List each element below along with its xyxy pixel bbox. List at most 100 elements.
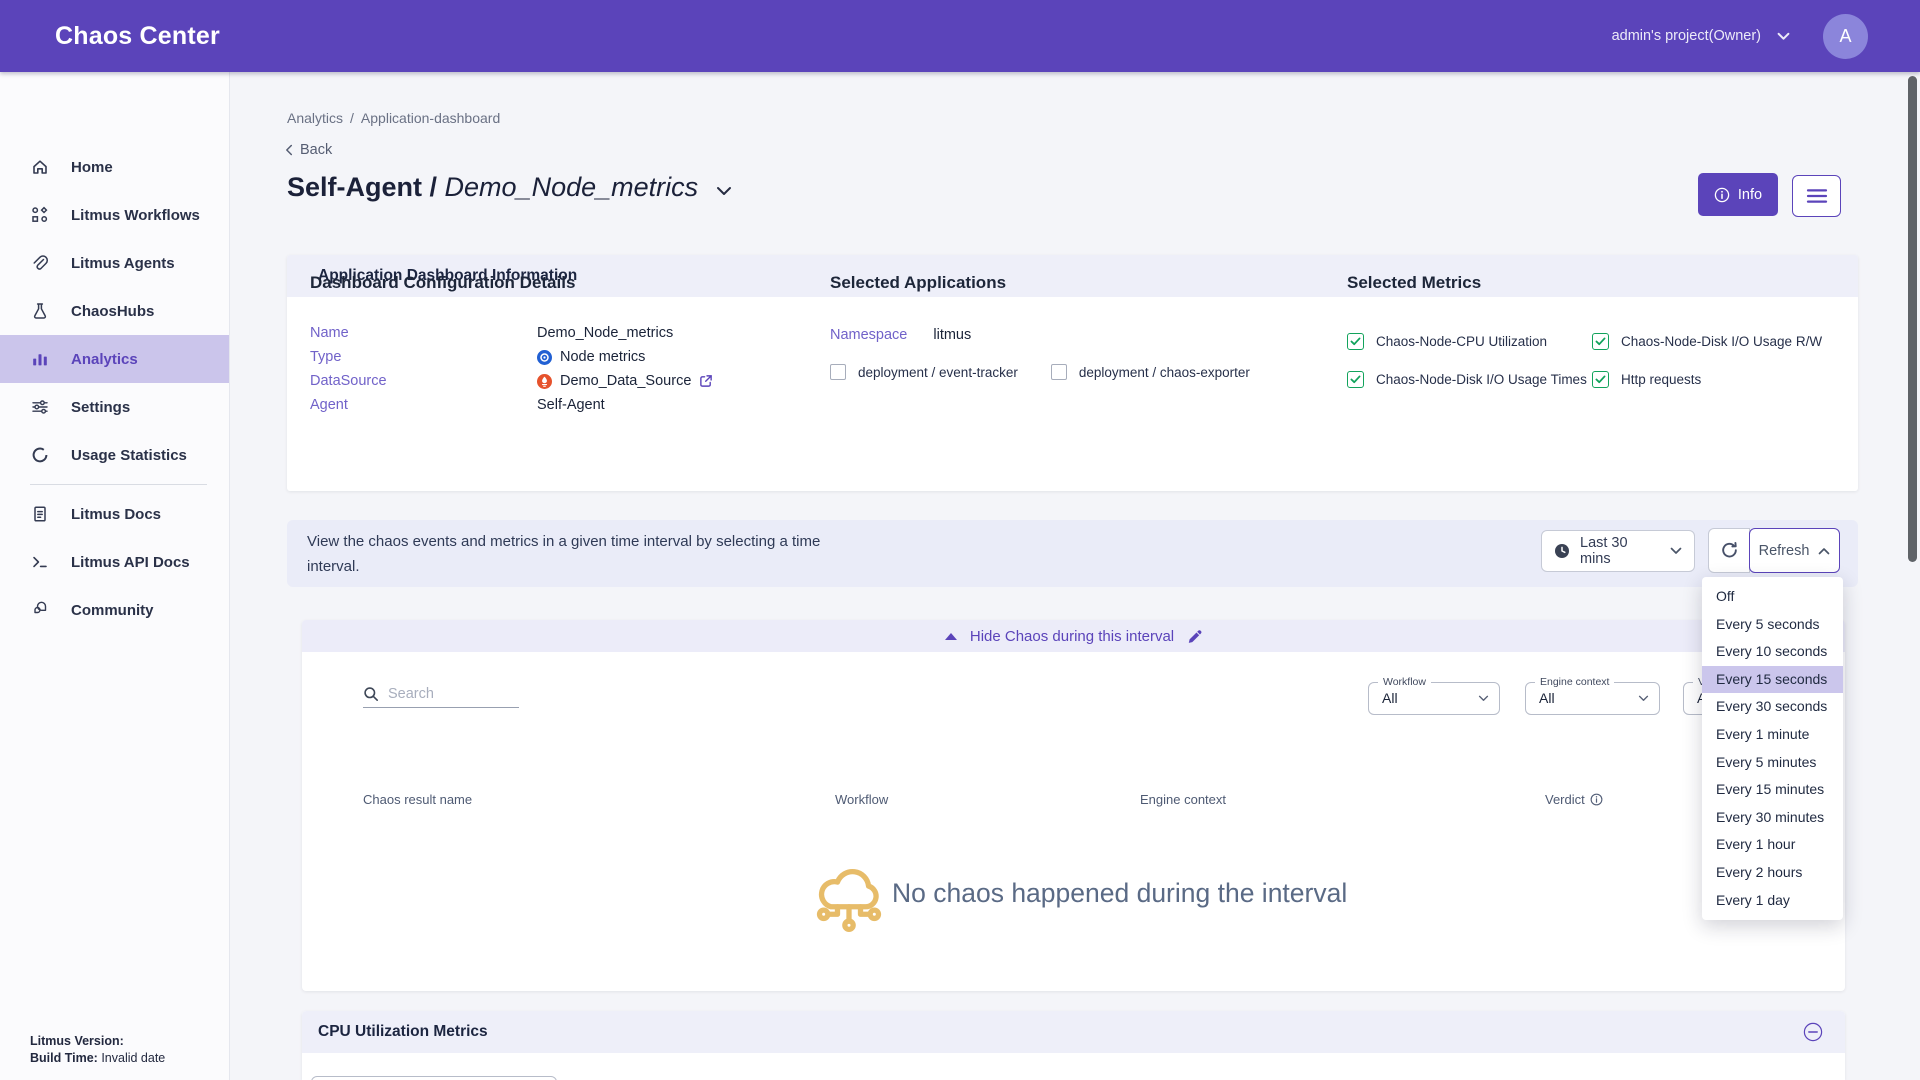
column-chaos-result-name: Chaos result name xyxy=(363,792,472,807)
info-icon xyxy=(1714,187,1730,203)
checkbox-checked-cpu-utilization[interactable] xyxy=(1347,333,1364,350)
hamburger-menu-icon xyxy=(1806,188,1828,204)
engine-context-filter-select[interactable]: Engine context All xyxy=(1525,682,1660,715)
build-time-line: Build Time: Invalid date xyxy=(30,1050,165,1067)
usage-statistics-icon xyxy=(30,446,49,465)
menu-item-every-30-minutes[interactable]: Every 30 minutes xyxy=(1702,804,1843,832)
chevron-left-icon xyxy=(285,144,293,156)
sidebar-item-settings[interactable]: Settings xyxy=(0,383,229,431)
search-input[interactable] xyxy=(388,686,506,702)
sidebar-item-analytics[interactable]: Analytics xyxy=(0,335,229,383)
search-field xyxy=(363,686,519,708)
sidebar-item-community[interactable]: Community xyxy=(0,586,229,634)
menu-item-every-5-minutes[interactable]: Every 5 minutes xyxy=(1702,749,1843,777)
sidebar-item-home[interactable]: Home xyxy=(0,143,229,191)
metrics-heading: Selected Metrics xyxy=(1347,273,1847,293)
metric-checkboxes: Chaos-Node-CPU Utilization Chaos-Node-Di… xyxy=(1347,333,1822,388)
sidebar-item-chaoshubs[interactable]: ChaosHubs xyxy=(0,287,229,335)
dashboard-options-button[interactable] xyxy=(1792,175,1841,217)
chevron-down-icon xyxy=(1670,547,1682,555)
sidebar-footer: Litmus Version: Build Time: Invalid date xyxy=(30,1033,165,1067)
chaos-results-card: Hide Chaos during this interval Workflow… xyxy=(302,620,1845,991)
menu-item-every-5-seconds[interactable]: Every 5 seconds xyxy=(1702,611,1843,639)
column-engine-context: Engine context xyxy=(1140,792,1226,807)
hide-chaos-toggle[interactable]: Hide Chaos during this interval xyxy=(302,620,1845,652)
menu-item-every-10-seconds[interactable]: Every 10 seconds xyxy=(1702,638,1843,666)
api-docs-icon xyxy=(30,553,49,572)
selected-metrics: Selected Metrics Chaos-Node-CPU Utilizat… xyxy=(1347,273,1847,293)
workflow-filter-select[interactable]: Workflow All xyxy=(1368,682,1500,715)
chevron-down-icon xyxy=(1478,695,1489,702)
sidebar-item-litmus-docs[interactable]: Litmus Docs xyxy=(0,490,229,538)
verdict-info-icon[interactable] xyxy=(1590,793,1603,806)
cloud-network-icon xyxy=(811,860,887,934)
application-option: deployment / event-tracker xyxy=(830,364,1018,380)
time-range-select[interactable]: Last 30 mins xyxy=(1541,530,1695,572)
breadcrumb-analytics[interactable]: Analytics xyxy=(287,110,343,126)
refresh-now-button[interactable] xyxy=(1708,528,1750,573)
interval-description: View the chaos events and metrics in a g… xyxy=(307,529,867,579)
docs-icon xyxy=(30,505,49,524)
time-interval-bar: View the chaos events and metrics in a g… xyxy=(287,520,1858,587)
cpu-filter-box-partial[interactable] xyxy=(311,1076,557,1080)
cpu-utilization-metrics-card: CPU Utilization Metrics xyxy=(302,1011,1845,1080)
column-verdict: Verdict xyxy=(1545,792,1603,807)
chevron-down-icon xyxy=(1777,32,1790,41)
menu-item-every-15-seconds[interactable]: Every 15 seconds xyxy=(1702,666,1843,694)
dashboard-switcher-chevron-icon[interactable] xyxy=(716,186,732,196)
checkbox-checked-disk-io-times[interactable] xyxy=(1347,371,1364,388)
menu-item-every-1-minute[interactable]: Every 1 minute xyxy=(1702,721,1843,749)
config-row-datasource: DataSource Demo_Data_Source xyxy=(310,369,713,393)
sidebar-item-litmus-api-docs[interactable]: Litmus API Docs xyxy=(0,538,229,586)
refresh-interval-dropdown[interactable]: Refresh xyxy=(1749,528,1840,573)
vertical-scrollbar-thumb[interactable] xyxy=(1908,76,1917,562)
agents-icon xyxy=(30,254,49,273)
project-name: admin's project(Owner) xyxy=(1612,28,1761,44)
metric-option: Chaos-Node-Disk I/O Usage R/W xyxy=(1592,333,1822,350)
menu-item-every-1-day[interactable]: Every 1 day xyxy=(1702,887,1843,915)
back-button[interactable]: Back xyxy=(285,142,332,158)
collapse-minus-icon[interactable] xyxy=(1803,1022,1823,1042)
menu-item-every-2-hours[interactable]: Every 2 hours xyxy=(1702,859,1843,887)
chevron-down-icon xyxy=(1638,695,1649,702)
menu-item-every-30-seconds[interactable]: Every 30 seconds xyxy=(1702,693,1843,721)
application-checkboxes: deployment / event-tracker deployment / … xyxy=(830,364,1250,380)
refresh-icon xyxy=(1720,541,1739,560)
application-dashboard-information-panel: Application Dashboard Information Dashbo… xyxy=(287,255,1858,491)
agent-name: Self-Agent / xyxy=(287,172,437,202)
home-icon xyxy=(30,158,49,177)
chevron-up-icon xyxy=(1818,547,1830,555)
avatar[interactable]: A xyxy=(1823,14,1868,59)
metric-option: Http requests xyxy=(1592,371,1822,388)
checkbox-checked-http-requests[interactable] xyxy=(1592,371,1609,388)
menu-item-off[interactable]: Off xyxy=(1702,583,1843,611)
sidebar-item-litmus-agents[interactable]: Litmus Agents xyxy=(0,239,229,287)
checkbox-chaos-exporter[interactable] xyxy=(1051,364,1067,380)
column-workflow: Workflow xyxy=(835,792,888,807)
page-title: Self-Agent / Demo_Node_metrics xyxy=(287,172,698,203)
edit-pencil-icon[interactable] xyxy=(1187,629,1202,644)
project-switcher[interactable]: admin's project(Owner) xyxy=(1612,0,1790,72)
workflows-icon xyxy=(30,206,49,225)
breadcrumb-application-dashboard[interactable]: Application-dashboard xyxy=(361,110,500,126)
sidebar-item-litmus-workflows[interactable]: Litmus Workflows xyxy=(0,191,229,239)
community-icon xyxy=(30,601,49,620)
config-heading: Dashboard Configuration Details xyxy=(310,273,710,293)
refresh-interval-menu: Off Every 5 seconds Every 10 seconds Eve… xyxy=(1702,577,1843,920)
config-row-type: Type Node metrics xyxy=(310,345,713,369)
chaos-center-app: Chaos Center admin's project(Owner) A Ho… xyxy=(0,0,1920,1080)
namespace-row: Namespace litmus xyxy=(830,327,971,343)
menu-item-every-1-hour[interactable]: Every 1 hour xyxy=(1702,831,1843,859)
analytics-icon xyxy=(30,350,49,369)
empty-message: No chaos happened during the interval xyxy=(892,878,1347,909)
external-link-icon[interactable] xyxy=(699,374,713,388)
time-range-value: Last 30 mins xyxy=(1580,535,1660,567)
metric-option: Chaos-Node-CPU Utilization xyxy=(1347,333,1592,350)
menu-item-every-15-minutes[interactable]: Every 15 minutes xyxy=(1702,776,1843,804)
sidebar-item-usage-statistics[interactable]: Usage Statistics xyxy=(0,431,229,479)
checkbox-checked-disk-io-rw[interactable] xyxy=(1592,333,1609,350)
application-option: deployment / chaos-exporter xyxy=(1051,364,1250,380)
checkbox-event-tracker[interactable] xyxy=(830,364,846,380)
search-icon xyxy=(363,686,379,702)
info-button[interactable]: Info xyxy=(1698,173,1778,216)
